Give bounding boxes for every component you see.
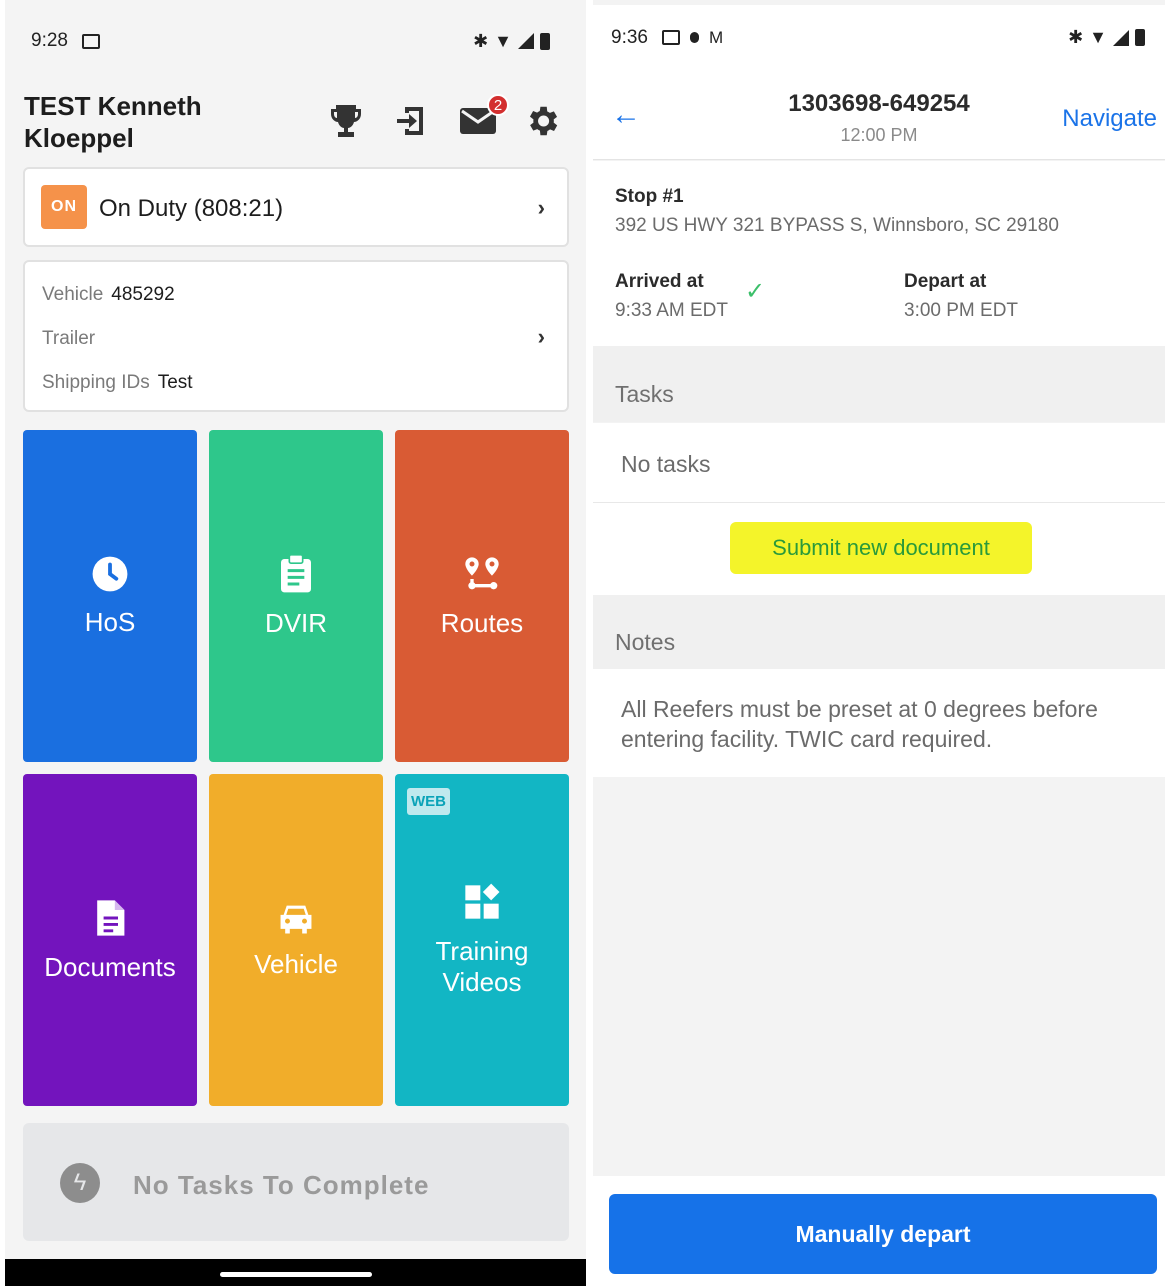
chevron-right-icon: › xyxy=(537,195,545,220)
message-icon xyxy=(81,33,100,49)
gear-icon[interactable] xyxy=(521,100,563,142)
document-icon xyxy=(97,899,125,936)
stop-address: 392 US HWY 321 BYPASS S, Winnsboro, SC 2… xyxy=(615,215,1059,236)
route-icon xyxy=(465,556,499,589)
arrived-label: Arrived at xyxy=(615,271,704,292)
depart-time: 3:00 PM EDT xyxy=(904,300,1019,321)
vehicle-value: 485292 xyxy=(111,284,175,305)
navigate-button[interactable]: Navigate xyxy=(1062,105,1157,133)
wifi-icon: ▼ xyxy=(1089,27,1107,47)
car-icon xyxy=(280,905,312,933)
signal-icon xyxy=(518,33,534,49)
clipboard-icon xyxy=(281,553,311,592)
status-icons: ✱ ▼ xyxy=(1068,27,1145,48)
driver-name: TEST Kenneth Kloeppel xyxy=(24,91,202,153)
duty-status-text: On Duty (808:21) xyxy=(99,195,284,222)
tile-label: Vehicle xyxy=(254,948,338,979)
tile-vehicle[interactable]: Vehicle xyxy=(209,774,383,1106)
app-bar: ← 1303698-649254 12:00 PM Navigate xyxy=(593,70,1165,160)
duty-status-card[interactable]: ON On Duty (808:21) › xyxy=(23,167,569,247)
depart-label: Depart at xyxy=(904,271,987,292)
tasks-text: No Tasks To Complete xyxy=(133,1170,430,1200)
stop-details: Stop #1 392 US HWY 321 BYPASS S, Winnsbo… xyxy=(593,161,1165,346)
status-icons: ✱ ▼ xyxy=(473,31,550,52)
stop-detail-screen: 9:36 M ✱ ▼ ← 1303698-649254 12:00 PM Nav… xyxy=(593,0,1165,1286)
home-handle[interactable] xyxy=(220,1272,372,1277)
system-nav-bar xyxy=(5,1259,586,1286)
tile-label: HoS xyxy=(84,606,136,637)
battery-icon xyxy=(1135,29,1145,46)
vehicle-row: Vehicle 485292 xyxy=(42,284,175,306)
tile-label: DVIR xyxy=(264,607,328,638)
tile-routes[interactable]: Routes xyxy=(395,430,569,762)
tasks-header: Tasks xyxy=(593,346,1165,422)
chevron-right-icon: › xyxy=(537,324,545,349)
message-icon xyxy=(661,30,680,45)
tasks-section: No tasks xyxy=(593,423,1165,503)
widgets-icon xyxy=(465,883,500,919)
tile-label: Documents xyxy=(44,951,176,982)
bluetooth-icon: ✱ xyxy=(1068,27,1084,47)
no-tasks-text: No tasks xyxy=(621,451,711,477)
tile-hos[interactable]: HoS xyxy=(23,430,197,762)
trophy-icon[interactable] xyxy=(325,100,367,142)
stop-title: Stop #1 xyxy=(615,186,684,207)
battery-icon xyxy=(540,32,550,50)
tasks-bar: ϟ No Tasks To Complete xyxy=(23,1123,569,1241)
status-time: 9:36 xyxy=(611,26,648,48)
wifi-icon: ▼ xyxy=(494,30,512,51)
tile-dvir[interactable]: DVIR xyxy=(209,430,383,762)
on-duty-badge: ON xyxy=(41,185,87,229)
shipping-value: Test xyxy=(157,372,193,393)
gmail-icon: M xyxy=(708,27,724,47)
notification-dot-icon xyxy=(689,32,699,43)
notes-header: Notes xyxy=(593,595,1165,669)
bottom-action-bar: Manually depart xyxy=(593,1176,1165,1286)
check-icon: ✓ xyxy=(745,278,766,305)
tile-training-videos[interactable]: WEB Training Videos xyxy=(395,774,569,1106)
trailer-label: Trailer xyxy=(42,328,96,349)
clock-icon xyxy=(92,556,128,591)
logout-icon[interactable] xyxy=(390,100,432,142)
submit-document-button[interactable]: Submit new document xyxy=(730,522,1032,574)
tile-documents[interactable]: Documents xyxy=(23,774,197,1106)
home-screen: 9:28 ✱ ▼ TEST Kenneth Kloeppel 2 ON On D… xyxy=(5,0,586,1286)
mail-badge: 2 xyxy=(487,94,509,116)
signal-icon xyxy=(1113,29,1129,46)
notes-text: All Reefers must be preset at 0 degrees … xyxy=(621,696,1098,752)
mail-icon[interactable]: 2 xyxy=(457,94,509,142)
shipping-row: Shipping IDs Test xyxy=(42,372,193,394)
shipping-label: Shipping IDs xyxy=(42,372,150,393)
tile-label: Training Videos xyxy=(435,936,529,997)
manually-depart-button[interactable]: Manually depart xyxy=(609,1194,1157,1274)
bluetooth-icon: ✱ xyxy=(473,30,489,51)
status-bar: 9:28 ✱ ▼ xyxy=(5,6,586,76)
arrived-time: 9:33 AM EDT xyxy=(615,300,728,321)
bolt-icon: ϟ xyxy=(60,1163,100,1203)
vehicle-card[interactable]: Vehicle 485292 Trailer Shipping IDs Test › xyxy=(23,260,569,412)
vehicle-label: Vehicle xyxy=(42,284,104,305)
status-bar: 9:36 M ✱ ▼ xyxy=(593,5,1165,70)
tile-label: Routes xyxy=(440,607,524,638)
status-time: 9:28 xyxy=(31,30,68,51)
web-tag: WEB xyxy=(407,788,450,815)
